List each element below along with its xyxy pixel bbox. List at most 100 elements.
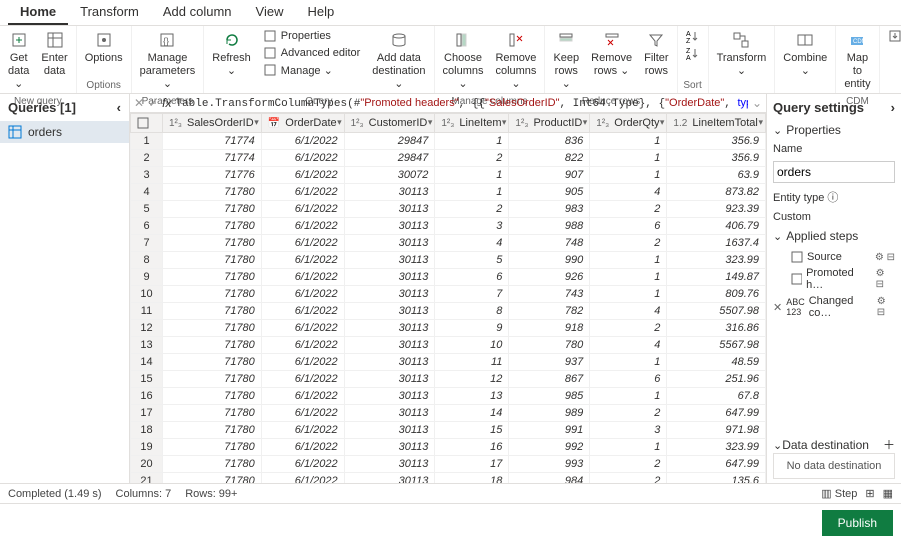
cell[interactable]: 993	[509, 456, 590, 473]
cell[interactable]: 30113	[344, 405, 435, 422]
cell[interactable]: 71780	[163, 354, 262, 371]
cell[interactable]: 316.86	[667, 320, 766, 337]
cell[interactable]: 71780	[163, 218, 262, 235]
cell[interactable]: 30113	[344, 354, 435, 371]
cell[interactable]: 12	[435, 371, 509, 388]
cell[interactable]: 6/1/2022	[261, 405, 344, 422]
tab-home[interactable]: Home	[8, 0, 68, 25]
column-header-customerid[interactable]: 1²₃ CustomerID▾	[344, 114, 435, 133]
cell[interactable]: 30113	[344, 269, 435, 286]
cell[interactable]: 6/1/2022	[261, 354, 344, 371]
tab-help[interactable]: Help	[295, 0, 346, 25]
cell[interactable]: 13	[435, 388, 509, 405]
rownum[interactable]: 1	[131, 133, 163, 150]
cell[interactable]: 822	[509, 150, 590, 167]
cell[interactable]: 6/1/2022	[261, 184, 344, 201]
column-header-orderdate[interactable]: 📅 OrderDate▾	[261, 114, 344, 133]
rownum[interactable]: 7	[131, 235, 163, 252]
cell[interactable]: 71780	[163, 320, 262, 337]
cell[interactable]: 6/1/2022	[261, 337, 344, 354]
collapse-left-icon[interactable]: ‹	[117, 100, 121, 115]
cell[interactable]: 251.96	[667, 371, 766, 388]
rownum[interactable]: 20	[131, 456, 163, 473]
data-grid[interactable]: 1²₃ SalesOrderID▾📅 OrderDate▾1²₃ Custome…	[130, 113, 766, 483]
rownum[interactable]: 19	[131, 439, 163, 456]
cell[interactable]: 30113	[344, 218, 435, 235]
cell[interactable]: 647.99	[667, 405, 766, 422]
remove-rows-button[interactable]: Remove rows ⌄	[587, 28, 636, 80]
cell[interactable]: 782	[509, 303, 590, 320]
cell[interactable]: 4	[590, 303, 667, 320]
cell[interactable]: 71780	[163, 439, 262, 456]
cell[interactable]: 988	[509, 218, 590, 235]
cell[interactable]: 71780	[163, 184, 262, 201]
cell[interactable]: 6/1/2022	[261, 439, 344, 456]
cell[interactable]: 3	[590, 422, 667, 439]
cell[interactable]: 323.99	[667, 439, 766, 456]
cell[interactable]: 71774	[163, 150, 262, 167]
cell[interactable]: 30113	[344, 388, 435, 405]
cell[interactable]: 71780	[163, 422, 262, 439]
cell[interactable]: 135.6	[667, 473, 766, 484]
cell[interactable]: 29847	[344, 150, 435, 167]
column-header-productid[interactable]: 1²₃ ProductID▾	[509, 114, 590, 133]
cell[interactable]: 30113	[344, 456, 435, 473]
cancel-formula-icon[interactable]: ✕	[134, 96, 144, 110]
cell[interactable]: 923.39	[667, 201, 766, 218]
grid-view-button[interactable]: ▦	[883, 487, 893, 500]
manage-button[interactable]: Manage ⌄	[259, 62, 365, 78]
cell[interactable]: 647.99	[667, 456, 766, 473]
options-button[interactable]: Options	[81, 28, 127, 67]
cell[interactable]: 30113	[344, 439, 435, 456]
cell[interactable]: 3	[435, 218, 509, 235]
rownum[interactable]: 17	[131, 405, 163, 422]
cell[interactable]: 71780	[163, 388, 262, 405]
header-rownum[interactable]	[131, 114, 163, 133]
applied-step-1[interactable]: Promoted h…⚙ ⊟	[773, 265, 895, 293]
applied-step-2[interactable]: ✕ ABC123 Changed co…⚙ ⊟	[773, 293, 895, 321]
cell[interactable]: 905	[509, 184, 590, 201]
cell[interactable]: 907	[509, 167, 590, 184]
query-name-input[interactable]	[773, 161, 895, 183]
rownum[interactable]: 18	[131, 422, 163, 439]
data-dest-section[interactable]: Data destination	[782, 438, 869, 452]
cell[interactable]: 67.8	[667, 388, 766, 405]
cell[interactable]: 7	[435, 286, 509, 303]
cell[interactable]: 2	[435, 201, 509, 218]
cell[interactable]: 71780	[163, 371, 262, 388]
cell[interactable]: 9	[435, 320, 509, 337]
export-template-button[interactable]: Export template	[884, 28, 901, 44]
cell[interactable]: 971.98	[667, 422, 766, 439]
cell[interactable]: 71780	[163, 456, 262, 473]
cell[interactable]: 983	[509, 201, 590, 218]
cell[interactable]: 2	[590, 456, 667, 473]
cell[interactable]: 1	[590, 133, 667, 150]
cell[interactable]: 867	[509, 371, 590, 388]
cell[interactable]: 1	[435, 167, 509, 184]
cell[interactable]: 30113	[344, 337, 435, 354]
map-entity-button[interactable]: CDMMap to entity	[840, 28, 874, 94]
cell[interactable]: 937	[509, 354, 590, 371]
get-data-button[interactable]: Get data ⌄	[4, 28, 33, 94]
rownum[interactable]: 2	[131, 150, 163, 167]
properties-section[interactable]: Properties	[786, 123, 841, 137]
cell[interactable]: 1637.4	[667, 235, 766, 252]
cell[interactable]: 14	[435, 405, 509, 422]
column-header-orderqty[interactable]: 1²₃ OrderQty▾	[590, 114, 667, 133]
cell[interactable]: 71780	[163, 303, 262, 320]
cell[interactable]: 2	[590, 405, 667, 422]
cell[interactable]: 1	[590, 286, 667, 303]
cell[interactable]: 71780	[163, 235, 262, 252]
cell[interactable]: 15	[435, 422, 509, 439]
cell[interactable]: 30113	[344, 201, 435, 218]
rownum[interactable]: 5	[131, 201, 163, 218]
column-header-lineitem[interactable]: 1²₃ LineItem▾	[435, 114, 509, 133]
cell[interactable]: 991	[509, 422, 590, 439]
cell[interactable]: 2	[590, 201, 667, 218]
cell[interactable]: 6	[435, 269, 509, 286]
cell[interactable]: 836	[509, 133, 590, 150]
sort-asc-button[interactable]: AZ	[682, 28, 704, 44]
cell[interactable]: 873.82	[667, 184, 766, 201]
cell[interactable]: 29847	[344, 133, 435, 150]
sort-desc-button[interactable]: ZA	[682, 45, 704, 61]
